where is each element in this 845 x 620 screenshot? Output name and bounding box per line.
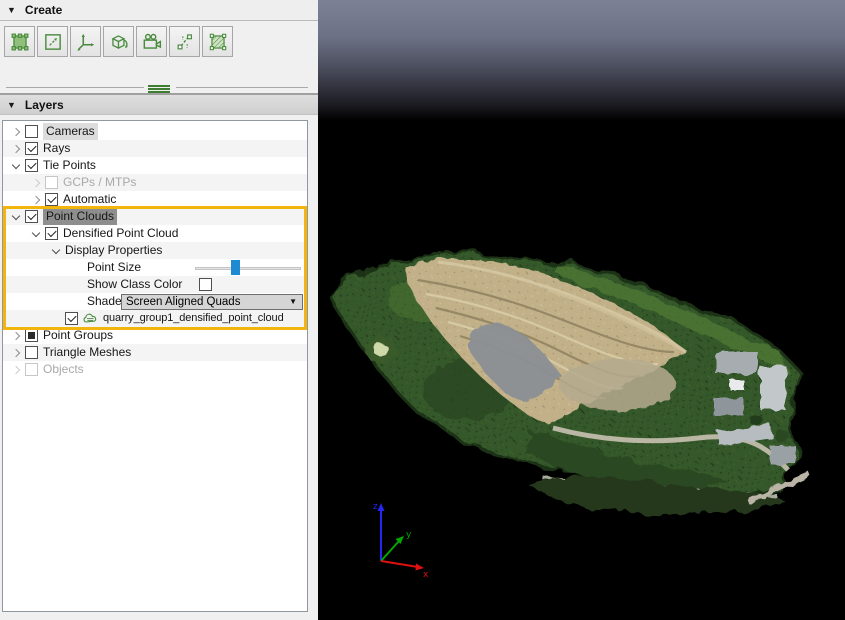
scale-constraint-button[interactable] <box>37 26 68 57</box>
object-box-button[interactable] <box>103 26 134 57</box>
tree-row-densified-point-cloud[interactable]: Densified Point Cloud <box>3 225 307 242</box>
tree-row-objects[interactable]: Objects <box>3 361 307 378</box>
section-collapse-triangle-icon[interactable]: ▼ <box>7 5 16 15</box>
chevron-right-icon[interactable] <box>9 345 25 361</box>
chevron-right-icon[interactable] <box>9 362 25 378</box>
section-collapse-triangle-icon[interactable]: ▼ <box>7 100 16 110</box>
tree-row-cameras[interactable]: Cameras <box>3 123 307 140</box>
create-toolbar <box>4 26 235 57</box>
splitter-line <box>6 87 144 88</box>
shader-dropdown-value: Screen Aligned Quads <box>122 296 284 308</box>
show-class-color-checkbox[interactable] <box>199 278 212 291</box>
objects-checkbox[interactable] <box>25 363 38 376</box>
tree-label: Point Groups <box>43 327 113 344</box>
tree-label: Densified Point Cloud <box>63 225 178 242</box>
chevron-right-icon[interactable] <box>9 328 25 344</box>
surface-button[interactable] <box>202 26 233 57</box>
video-camera-icon <box>141 31 163 53</box>
tree-row-rays[interactable]: Rays <box>3 140 307 157</box>
slider-handle[interactable] <box>231 260 240 275</box>
point-clouds-checkbox[interactable] <box>25 210 38 223</box>
chevron-right-icon[interactable] <box>9 124 25 140</box>
point-size-label: Point Size <box>3 259 141 276</box>
create-section-header[interactable]: ▼ Create <box>0 0 318 21</box>
tree-row-display-properties[interactable]: Display Properties <box>3 242 307 259</box>
application-window: ▼ Create <box>0 0 845 620</box>
tree-label: quarry_group1_densified_point_cloud <box>103 310 284 327</box>
tree-label: Objects <box>43 361 84 378</box>
point-cloud-icon <box>83 313 99 324</box>
tree-label: Automatic <box>63 191 116 208</box>
chevron-down-icon[interactable] <box>9 209 25 225</box>
tree-row-automatic[interactable]: Automatic <box>3 191 307 208</box>
polyline-button[interactable] <box>169 26 200 57</box>
splitter-line <box>176 87 308 88</box>
layers-tree: Cameras Rays Tie Points GCPs / MTPs Auto <box>2 120 308 612</box>
tree-label: Display Properties <box>65 242 162 259</box>
tree-label: Tie Points <box>43 157 96 174</box>
shader-label: Shader <box>3 293 126 310</box>
scale-constraint-icon <box>42 31 64 53</box>
raycloud-3d-viewport[interactable]: z y x <box>318 0 845 620</box>
chevron-right-icon[interactable] <box>29 192 45 208</box>
tree-label: GCPs / MTPs <box>63 174 136 191</box>
tree-row-quarry-point-cloud[interactable]: quarry_group1_densified_point_cloud <box>3 310 307 327</box>
point-groups-checkbox[interactable] <box>25 329 38 342</box>
tree-label: Cameras <box>43 123 98 140</box>
slider-track[interactable] <box>195 267 301 270</box>
orientation-axes-button[interactable] <box>70 26 101 57</box>
layers-section-header[interactable]: ▼ Layers <box>0 93 318 115</box>
tree-row-point-groups[interactable]: Point Groups <box>3 327 307 344</box>
polyline-icon <box>174 31 196 53</box>
gcps-checkbox[interactable] <box>45 176 58 189</box>
axis-x-label: x <box>423 570 429 580</box>
automatic-checkbox[interactable] <box>45 193 58 206</box>
tree-row-show-class-color[interactable]: Show Class Color <box>3 276 307 293</box>
video-camera-button[interactable] <box>136 26 167 57</box>
tree-row-gcps-mtps[interactable]: GCPs / MTPs <box>3 174 307 191</box>
orientation-axes-icon <box>75 31 97 53</box>
surface-icon <box>207 31 229 53</box>
axis-z-label: z <box>373 502 378 512</box>
show-class-color-label: Show Class Color <box>3 276 182 293</box>
processing-region-icon <box>9 31 31 53</box>
chevron-right-icon[interactable] <box>9 141 25 157</box>
point-cloud-scene: z y x <box>318 0 845 620</box>
tree-label-selected: Point Clouds <box>43 208 117 225</box>
panel-splitter[interactable] <box>0 83 318 92</box>
tree-row-triangle-meshes[interactable]: Triangle Meshes <box>3 344 307 361</box>
processing-region-button[interactable] <box>4 26 35 57</box>
chevron-down-icon[interactable] <box>29 226 45 242</box>
point-size-slider[interactable] <box>195 259 301 276</box>
tree-row-point-size[interactable]: Point Size <box>3 259 307 276</box>
left-sidebar: ▼ Create <box>0 0 318 620</box>
quarry-cloud-checkbox[interactable] <box>65 312 78 325</box>
cameras-checkbox[interactable] <box>25 125 38 138</box>
tree-label: Rays <box>43 140 70 157</box>
layers-section-title: Layers <box>25 98 64 112</box>
chevron-down-icon[interactable]: ▼ <box>284 297 302 306</box>
rays-checkbox[interactable] <box>25 142 38 155</box>
triangle-meshes-checkbox[interactable] <box>25 346 38 359</box>
chevron-down-icon[interactable] <box>9 158 25 174</box>
chevron-down-icon[interactable] <box>49 243 65 259</box>
axis-y-label: y <box>406 530 412 540</box>
chevron-right-icon[interactable] <box>29 175 45 191</box>
tree-row-tie-points[interactable]: Tie Points <box>3 157 307 174</box>
tree-row-point-clouds[interactable]: Point Clouds <box>3 208 307 225</box>
tree-label: Triangle Meshes <box>43 344 131 361</box>
create-section-title: Create <box>25 3 62 17</box>
shader-dropdown[interactable]: Screen Aligned Quads ▼ <box>121 294 303 310</box>
densified-checkbox[interactable] <box>45 227 58 240</box>
tie-points-checkbox[interactable] <box>25 159 38 172</box>
tree-row-shader[interactable]: Shader Screen Aligned Quads ▼ <box>3 293 307 310</box>
axis-gizmo: z y x <box>373 502 429 580</box>
object-box-icon <box>108 31 130 53</box>
